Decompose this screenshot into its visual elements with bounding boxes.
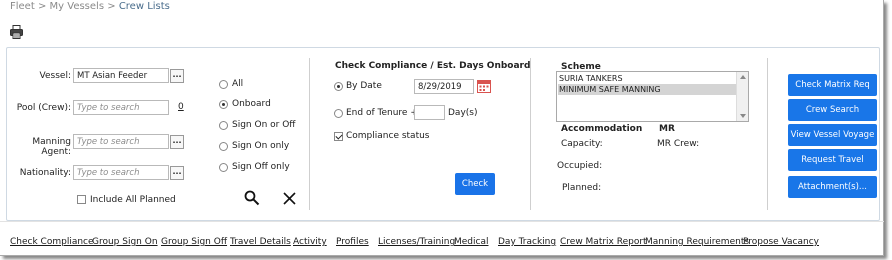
view-vessel-voyage-button[interactable]: View Vessel Voyage — [788, 124, 877, 146]
crew-lists-window: Fleet > My Vessels > Crew Lists Vessel: … — [0, 0, 884, 256]
scroll-up-icon[interactable] — [740, 75, 746, 79]
link-group-sign-on[interactable]: Group Sign On — [92, 237, 158, 247]
breadcrumb-separator: > — [107, 1, 116, 12]
status-radio-sign-off-only[interactable] — [219, 163, 228, 172]
status-radio-sign-on-only[interactable] — [219, 142, 228, 151]
nationality-label: Nationality: — [19, 168, 71, 178]
nationality-lookup-button[interactable]: ... — [170, 166, 184, 180]
divider — [0, 221, 884, 222]
request-travel-button[interactable]: Request Travel — [788, 149, 877, 171]
scroll-down-icon[interactable] — [740, 114, 746, 118]
section-divider — [767, 58, 768, 210]
status-label-all: All — [232, 79, 244, 89]
status-label-sign-on-only: Sign On only — [232, 141, 290, 151]
status-label-sign-on-or-off: Sign On or Off — [232, 120, 296, 130]
scheme-option-minimum-safe-manning[interactable]: MINIMUM SAFE MANNING — [558, 84, 736, 95]
pool-count-link[interactable]: 0 — [178, 102, 184, 112]
include-planned-checkbox[interactable] — [77, 195, 86, 204]
link-check-compliance[interactable]: Check Compliance — [10, 237, 94, 247]
by-date-input[interactable]: 8/29/2019 — [414, 79, 474, 94]
vessel-lookup-button[interactable]: ... — [170, 69, 184, 83]
end-of-tenure-radio[interactable] — [334, 109, 343, 118]
check-button[interactable]: Check — [455, 173, 495, 195]
status-radio-onboard[interactable] — [219, 100, 228, 109]
manning-agent-search-input[interactable]: Type to search — [73, 134, 169, 149]
manning-agent-label: Manning Agent: — [32, 137, 71, 157]
compliance-status-checkbox[interactable] — [334, 132, 343, 141]
link-crew-matrix-report[interactable]: Crew Matrix Report — [560, 237, 647, 247]
accommodation-title: Accommodation — [561, 124, 643, 134]
breadcrumb-current: Crew Lists — [118, 1, 170, 12]
close-icon[interactable] — [283, 192, 296, 205]
crew-search-button[interactable]: Crew Search — [788, 99, 877, 121]
mr-crew-label: MR Crew: — [657, 139, 700, 149]
by-date-label: By Date — [346, 81, 382, 91]
scheme-listbox[interactable]: SURIA TANKERS MINIMUM SAFE MANNING — [556, 71, 749, 122]
breadcrumb-my-vessels[interactable]: My Vessels — [50, 1, 105, 12]
section-divider — [530, 58, 531, 210]
link-travel-details[interactable]: Travel Details — [230, 237, 291, 247]
status-radio-all[interactable] — [219, 80, 228, 89]
status-radio-sign-on-or-off[interactable] — [219, 121, 228, 130]
link-group-sign-off[interactable]: Group Sign Off — [161, 237, 227, 247]
mr-title: MR — [659, 124, 675, 134]
link-manning-requirements[interactable]: Manning Requirements — [645, 237, 749, 247]
check-matrix-req-button[interactable]: Check Matrix Req — [788, 74, 877, 96]
link-propose-vacancy[interactable]: Propose Vacancy — [743, 237, 819, 247]
attachments-button[interactable]: Attachment(s)... — [788, 176, 877, 198]
pool-label: Pool (Crew): — [16, 103, 71, 113]
link-day-tracking[interactable]: Day Tracking — [498, 237, 556, 247]
link-licenses-training[interactable]: Licenses/Training — [378, 237, 455, 247]
planned-label: Planned: — [562, 183, 602, 193]
calendar-icon[interactable] — [477, 79, 491, 93]
pool-search-input[interactable]: Type to search — [73, 100, 169, 115]
status-label-sign-off-only: Sign Off only — [232, 162, 290, 172]
vessel-label: Vessel: — [39, 71, 71, 81]
capacity-label: Capacity: — [561, 139, 603, 149]
link-profiles[interactable]: Profiles — [336, 237, 369, 247]
link-medical[interactable]: Medical — [454, 237, 488, 247]
scheme-option-suria-tankers[interactable]: SURIA TANKERS — [558, 73, 736, 84]
breadcrumb-fleet[interactable]: Fleet — [10, 1, 35, 12]
days-label: Day(s) — [448, 108, 478, 118]
compliance-title: Check Compliance / Est. Days Onboard — [335, 61, 531, 71]
status-label-onboard: Onboard — [232, 99, 271, 109]
nationality-search-input[interactable]: Type to search — [73, 165, 169, 180]
breadcrumb: Fleet > My Vessels > Crew Lists — [10, 1, 170, 12]
breadcrumb-separator: > — [37, 1, 47, 12]
manning-agent-lookup-button[interactable]: ... — [170, 135, 184, 149]
tenure-days-input[interactable] — [414, 105, 445, 120]
include-planned-label: Include All Planned — [90, 195, 176, 205]
section-divider — [309, 58, 310, 210]
occupied-label: Occupied: — [557, 161, 603, 171]
end-of-tenure-label: End of Tenure + — [346, 108, 418, 118]
vessel-field[interactable]: MT Asian Feeder — [73, 68, 169, 83]
scheme-scrollbar[interactable] — [736, 72, 748, 121]
compliance-status-label: Compliance status — [346, 131, 430, 141]
printer-icon[interactable] — [10, 25, 23, 39]
search-icon[interactable] — [244, 190, 260, 206]
by-date-radio[interactable] — [334, 82, 343, 91]
link-activity[interactable]: Activity — [293, 237, 327, 247]
